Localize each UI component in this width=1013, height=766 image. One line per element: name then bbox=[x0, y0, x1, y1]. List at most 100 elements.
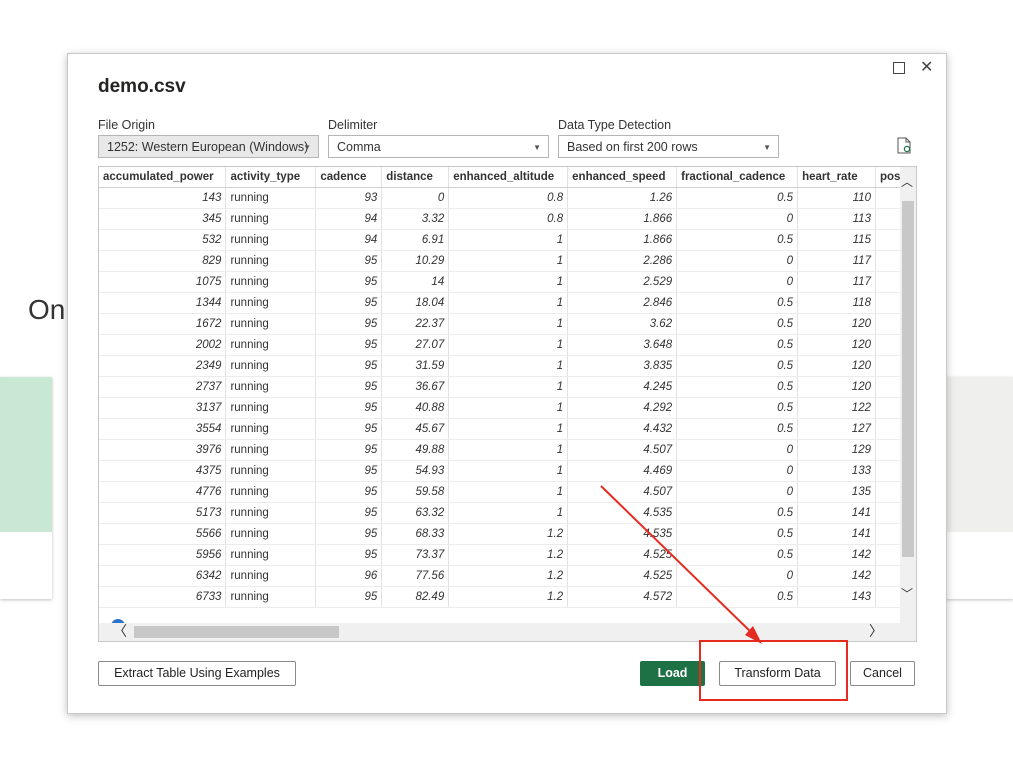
table-cell: 4.245 bbox=[567, 376, 678, 398]
table-cell: 95 bbox=[315, 544, 383, 566]
table-cell: 6342 bbox=[99, 565, 227, 587]
table-cell: 95 bbox=[315, 460, 383, 482]
table-cell: running bbox=[225, 523, 317, 545]
column-header[interactable]: enhanced_speed bbox=[567, 167, 678, 188]
extract-table-button[interactable]: Extract Table Using Examples bbox=[98, 661, 296, 686]
table-cell: running bbox=[225, 271, 317, 293]
table-cell: 14 bbox=[381, 271, 450, 293]
table-cell: 3.62 bbox=[567, 313, 678, 335]
file-origin-select[interactable]: 1252: Western European (Windows) ▼ bbox=[98, 135, 319, 158]
vertical-scrollbar[interactable]: ︿ ﹀ bbox=[900, 167, 916, 623]
table-cell: 0.5 bbox=[676, 355, 799, 377]
table-cell: 1.866 bbox=[567, 208, 678, 230]
table-cell: 95 bbox=[315, 439, 383, 461]
table-cell: 1 bbox=[448, 334, 569, 356]
table-cell: 120 bbox=[797, 355, 876, 377]
close-icon[interactable]: ✕ bbox=[920, 58, 933, 76]
table-cell: running bbox=[225, 334, 317, 356]
table-cell: 2737 bbox=[99, 376, 227, 398]
load-button[interactable]: Load bbox=[640, 661, 705, 686]
csv-import-dialog: ✕ demo.csv File Origin 1252: Western Eur… bbox=[67, 53, 947, 714]
table-cell: 0.5 bbox=[676, 376, 799, 398]
table-row: 4375 running 95 54.93 1 4.469 0 133 bbox=[99, 460, 916, 482]
table-cell: 94 bbox=[315, 229, 383, 251]
table-cell: 93 bbox=[315, 187, 383, 209]
table-cell: 31.59 bbox=[381, 355, 450, 377]
table-cell: 118 bbox=[797, 292, 876, 314]
table-cell: 1 bbox=[448, 229, 569, 251]
table-cell: 63.32 bbox=[381, 502, 450, 524]
table-cell: 2.286 bbox=[567, 250, 678, 272]
table-cell: 6.91 bbox=[381, 229, 450, 251]
table-cell: 68.33 bbox=[381, 523, 450, 545]
table-cell: 49.88 bbox=[381, 439, 450, 461]
table-row: 2349 running 95 31.59 1 3.835 0.5 120 bbox=[99, 355, 916, 377]
cancel-button[interactable]: Cancel bbox=[850, 661, 915, 686]
chevron-down-icon[interactable]: ﹀ bbox=[901, 585, 913, 602]
column-header[interactable]: accumulated_power bbox=[99, 167, 227, 188]
table-row: 3137 running 95 40.88 1 4.292 0.5 122 bbox=[99, 397, 916, 419]
column-header[interactable]: cadence bbox=[315, 167, 383, 188]
table-cell: 3.648 bbox=[567, 334, 678, 356]
table-cell: 135 bbox=[797, 481, 876, 503]
maximize-icon[interactable] bbox=[893, 62, 905, 74]
table-cell: running bbox=[225, 376, 317, 398]
table-cell: 122 bbox=[797, 397, 876, 419]
data-preview-table: accumulated_power activity_type cadence dis… bbox=[98, 166, 917, 642]
table-row: 1075 running 95 14 1 2.529 0 117 bbox=[99, 271, 916, 293]
table-cell: 4.469 bbox=[567, 460, 678, 482]
table-cell: 4.572 bbox=[567, 586, 678, 608]
table-row: 6342 running 96 77.56 1.2 4.525 0 142 bbox=[99, 565, 916, 587]
column-header[interactable]: distance bbox=[381, 167, 450, 188]
table-cell: 36.67 bbox=[381, 376, 450, 398]
table-row: 5173 running 95 63.32 1 4.535 0.5 141 bbox=[99, 502, 916, 524]
horizontal-scrollbar[interactable]: 〈 〉 bbox=[99, 623, 916, 641]
table-cell: 95 bbox=[315, 502, 383, 524]
table-cell: 1 bbox=[448, 376, 569, 398]
table-cell: 1 bbox=[448, 355, 569, 377]
table-cell: 133 bbox=[797, 460, 876, 482]
chevron-right-icon[interactable]: 〉 bbox=[869, 623, 883, 641]
table-cell: 142 bbox=[797, 544, 876, 566]
table-row: 6733 running 95 82.49 1.2 4.572 0.5 143 bbox=[99, 586, 916, 608]
table-cell: running bbox=[225, 313, 317, 335]
table-cell: 6733 bbox=[99, 586, 227, 608]
table-row: 5566 running 95 68.33 1.2 4.535 0.5 141 bbox=[99, 523, 916, 545]
table-cell: running bbox=[225, 544, 317, 566]
table-cell: running bbox=[225, 397, 317, 419]
table-cell: 129 bbox=[797, 439, 876, 461]
data-type-detection-select[interactable]: Based on first 200 rows ▼ bbox=[558, 135, 779, 158]
table-cell: 0.8 bbox=[448, 187, 569, 209]
scrollbar-thumb[interactable] bbox=[134, 626, 339, 638]
chevron-up-icon[interactable]: ︿ bbox=[901, 173, 913, 190]
table-cell: 96 bbox=[315, 565, 383, 587]
table-cell: 5566 bbox=[99, 523, 227, 545]
table-cell: 1 bbox=[448, 502, 569, 524]
table-cell: 95 bbox=[315, 418, 383, 440]
column-header[interactable]: activity_type bbox=[225, 167, 317, 188]
table-cell: running bbox=[225, 292, 317, 314]
table-cell: 3.32 bbox=[381, 208, 450, 230]
background-card-right bbox=[944, 377, 1013, 599]
table-cell: 142 bbox=[797, 565, 876, 587]
table-cell: 4.292 bbox=[567, 397, 678, 419]
column-header[interactable]: enhanced_altitude bbox=[448, 167, 569, 188]
table-cell: 0.5 bbox=[676, 397, 799, 419]
table-cell: 1.2 bbox=[448, 586, 569, 608]
data-type-detection-label: Data Type Detection bbox=[558, 118, 672, 132]
column-header[interactable]: fractional_cadence bbox=[676, 167, 799, 188]
table-row: 143 running 93 0 0.8 1.26 0.5 110 bbox=[99, 187, 916, 209]
table-cell: running bbox=[225, 355, 317, 377]
table-row: 345 running 94 3.32 0.8 1.866 0 113 bbox=[99, 208, 916, 230]
table-cell: running bbox=[225, 187, 317, 209]
table-cell: 10.29 bbox=[381, 250, 450, 272]
delimiter-select[interactable]: Comma ▼ bbox=[328, 135, 549, 158]
scrollbar-thumb[interactable] bbox=[902, 201, 914, 557]
table-cell: 27.07 bbox=[381, 334, 450, 356]
table-cell: 120 bbox=[797, 334, 876, 356]
column-header[interactable]: heart_rate bbox=[797, 167, 876, 188]
table-cell: 94 bbox=[315, 208, 383, 230]
chevron-left-icon[interactable]: 〈 bbox=[113, 623, 127, 641]
refresh-document-icon[interactable] bbox=[897, 137, 911, 154]
table-cell: running bbox=[225, 229, 317, 251]
